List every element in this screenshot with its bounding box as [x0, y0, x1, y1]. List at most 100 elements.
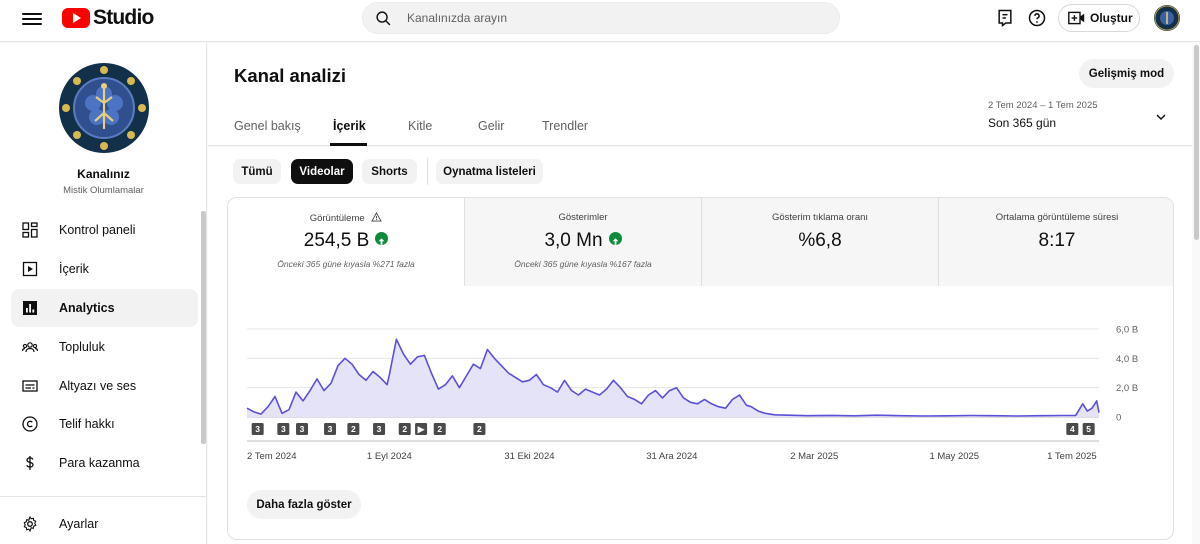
logo-text: Studio	[93, 6, 154, 29]
event-marker-label: 3	[255, 424, 260, 434]
sidebar-scrollbar[interactable]	[201, 211, 206, 444]
tab-overview[interactable]: Genel bakış	[234, 119, 301, 133]
sidebar-item-dashboard[interactable]: Kontrol paneli	[11, 211, 198, 249]
warning-icon[interactable]	[371, 211, 383, 222]
studio-logo[interactable]: Studio	[62, 6, 154, 30]
event-marker-label: 3	[328, 424, 333, 434]
metric-ctr[interactable]: Gösterim tıklama oranı %6,8	[702, 198, 939, 286]
tab-content[interactable]: İçerik	[333, 119, 366, 133]
x-tick-label: 2 Mar 2025	[790, 451, 838, 462]
trend-up-icon	[375, 232, 389, 246]
event-marker-label: 2	[351, 424, 356, 434]
create-button[interactable]: Oluştur	[1058, 4, 1140, 32]
series-area	[247, 339, 1099, 417]
help-icon[interactable]	[1027, 8, 1047, 28]
sidebar-item-content[interactable]: İçerik	[11, 250, 198, 288]
y-tick-label: 6,0 B	[1116, 325, 1138, 336]
settings-icon	[23, 516, 37, 532]
sidebar-item-analytics[interactable]: Analytics	[11, 289, 198, 327]
chevron-down-icon[interactable]	[1154, 110, 1168, 124]
y-tick-label: 0	[1116, 413, 1121, 424]
search-input[interactable]	[407, 3, 807, 33]
content-icon	[22, 261, 38, 277]
channel-subtitle: Mistik Olumlamalar	[63, 185, 144, 196]
analytics-icon	[23, 301, 37, 315]
avatar-emblem-icon	[1154, 5, 1180, 31]
metric-views[interactable]: Görüntüleme 254,5 B Önceki 365 güne kıya…	[228, 198, 465, 286]
x-tick-label: 31 Ara 2024	[646, 451, 697, 462]
channel-emblem-icon	[60, 64, 148, 152]
dashboard-icon	[22, 222, 38, 238]
youtube-logo-icon	[62, 8, 90, 28]
filter-chip-videos[interactable]: Videolar	[291, 159, 353, 184]
x-tick-label: 31 Eki 2024	[504, 451, 554, 462]
channel-name: Kanalınız	[77, 167, 130, 181]
trend-up-icon	[608, 232, 622, 246]
create-video-icon	[1068, 11, 1085, 25]
search-icon	[376, 11, 391, 26]
y-tick-label: 4,0 B	[1116, 354, 1138, 365]
page-scrollbar[interactable]	[1193, 43, 1200, 544]
metric-comparison: Önceki 365 güne kıyasla %167 fazla	[514, 259, 652, 269]
date-range[interactable]: 2 Tem 2024 – 1 Tem 2025	[988, 100, 1098, 111]
tab-audience[interactable]: Kitle	[408, 119, 432, 133]
sidebar-item-subtitles[interactable]: Altyazı ve ses	[11, 367, 198, 405]
event-marker-label: 2	[477, 424, 482, 434]
copyright-icon	[22, 416, 38, 432]
filter-chip-shorts[interactable]: Shorts	[362, 159, 417, 184]
metric-value: 254,5 B	[228, 230, 464, 252]
x-tick-label: 2 Tem 2024	[247, 451, 296, 462]
event-marker-label: 2	[437, 424, 442, 434]
metric-title: Gösterim tıklama oranı	[771, 212, 869, 223]
show-more-button[interactable]: Daha fazla göster	[247, 490, 361, 519]
metric-title: Görüntüleme	[228, 211, 464, 224]
sidebar-item-label: İçerik	[59, 262, 89, 276]
tab-trends[interactable]: Trendler	[542, 119, 588, 133]
sidebar-item-label: Analytics	[59, 301, 115, 315]
page-header: Kanal analizi Gelişmiş mod Genel bakış İ…	[208, 43, 1192, 146]
sidebar-item-community[interactable]: Topluluk	[11, 328, 198, 366]
sidebar-item-label: Kontrol paneli	[59, 223, 136, 237]
event-marker-label: 3	[281, 424, 286, 434]
sidebar-item-settings[interactable]: Ayarlar	[11, 505, 198, 543]
sidebar-item-label: Altyazı ve ses	[59, 379, 137, 393]
advanced-mode-button[interactable]: Gelişmiş mod	[1079, 59, 1174, 88]
metric-avg-view-duration[interactable]: Ortalama görüntüleme süresi 8:17	[939, 198, 1173, 286]
metric-value: 8:17	[1038, 230, 1076, 251]
community-icon	[22, 342, 38, 353]
x-tick-label: 1 Tem 2025	[1047, 451, 1096, 462]
chip-divider	[427, 158, 428, 185]
sidebar-item-monetization[interactable]: Para kazanma	[11, 444, 198, 482]
filter-chip-all[interactable]: Tümü	[233, 159, 281, 184]
sidebar: Kanalınız Mistik Olumlamalar Kontrol pan…	[0, 43, 207, 544]
event-marker-label: 5	[1086, 424, 1091, 434]
sidebar-divider	[0, 496, 207, 497]
event-marker-label: 2	[402, 424, 407, 434]
metric-impressions[interactable]: Gösterimler 3,0 Mn Önceki 365 güne kıyas…	[465, 198, 702, 286]
date-period-label[interactable]: Son 365 gün	[988, 116, 1056, 130]
sidebar-item-label: Ayarlar	[59, 517, 99, 531]
event-marker-label: 3	[300, 424, 305, 434]
main-content: Tümü Videolar Shorts Oynatma listeleri G…	[208, 147, 1192, 544]
sidebar-item-label: Para kazanma	[59, 456, 140, 470]
active-tab-indicator	[330, 143, 367, 146]
event-marker-label: 3	[377, 424, 382, 434]
menu-icon[interactable]	[22, 10, 42, 30]
filter-chip-playlists[interactable]: Oynatma listeleri	[436, 159, 543, 184]
metric-comparison: Önceki 365 güne kıyasla %271 fazla	[277, 259, 415, 269]
views-line-chart[interactable]: 02,0 B4,0 B6,0 B3 3 3 3 2 3 2 ▶ 2 2 4 52 Tem 2024 1 …	[228, 286, 1174, 476]
sidebar-item-copyright[interactable]: Telif hakkı	[11, 405, 198, 443]
subtitles-icon	[22, 380, 38, 392]
analytics-card: Görüntüleme 254,5 B Önceki 365 güne kıya…	[227, 197, 1174, 540]
feedback-icon[interactable]	[995, 8, 1015, 28]
channel-avatar[interactable]	[59, 63, 149, 153]
sidebar-item-label: Telif hakkı	[59, 417, 115, 431]
top-bar: Studio Oluştur	[0, 0, 1200, 42]
page-title: Kanal analizi	[234, 65, 347, 86]
page-scrollbar-thumb[interactable]	[1194, 45, 1199, 240]
search-bar[interactable]	[362, 2, 840, 34]
x-tick-label: 1 May 2025	[929, 451, 979, 462]
tab-revenue[interactable]: Gelir	[478, 119, 504, 133]
sidebar-item-label: Topluluk	[59, 340, 105, 354]
account-avatar[interactable]	[1154, 5, 1180, 31]
